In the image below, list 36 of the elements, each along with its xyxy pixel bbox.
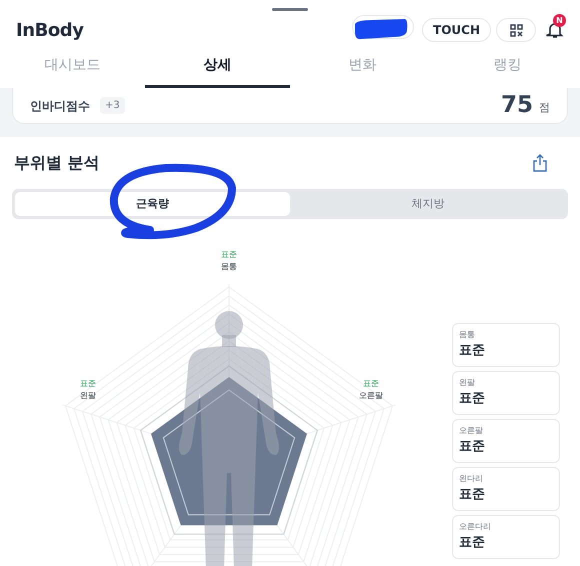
status-value: 표준 (459, 438, 486, 456)
score-unit: 점 (539, 100, 550, 116)
segment-tab[interactable]: 체지방 (290, 192, 565, 216)
body-part-label: 몸통 (221, 261, 237, 273)
qr-code-icon (510, 24, 522, 36)
score-label: 인바디점수 (30, 98, 90, 114)
status-value: 표준 (459, 390, 486, 408)
body-part-label: 오른팔 (359, 390, 383, 402)
body-part-label: 오른다리 (459, 521, 492, 533)
logo: InBody (16, 18, 84, 42)
tab[interactable]: 대시보드 (0, 42, 145, 88)
segment-tab[interactable]: 근육량 (15, 192, 290, 216)
score-change: +3 (100, 97, 125, 114)
qr-code-button[interactable] (496, 18, 536, 42)
status-value: 표준 (459, 342, 486, 360)
drag-handle[interactable] (272, 8, 308, 11)
tab[interactable]: 랭킹 (435, 42, 580, 88)
touch-button[interactable]: TOUCH (422, 18, 491, 42)
body-part-label: 왼다리 (459, 473, 484, 485)
body-part-label: 몸통 (459, 329, 476, 341)
status-label: 표준 (221, 249, 237, 261)
body-part-label: 왼팔 (80, 390, 96, 402)
status-value: 표준 (459, 534, 486, 552)
status-label: 표준 (80, 378, 96, 390)
tab[interactable]: 변화 (290, 42, 435, 88)
account-button[interactable] (352, 15, 414, 39)
section-title: 부위별 분석 (14, 152, 100, 174)
body-part-label: 오른팔 (459, 425, 484, 437)
share-icon[interactable] (533, 154, 547, 172)
status-label: 표준 (363, 378, 379, 390)
redaction-mark (353, 18, 410, 40)
notification-badge: N (553, 14, 566, 27)
score-value: 75 (500, 91, 533, 120)
status-value: 표준 (459, 486, 486, 504)
notification-bell-icon[interactable] (546, 21, 564, 39)
body-part-label: 왼팔 (459, 377, 476, 389)
